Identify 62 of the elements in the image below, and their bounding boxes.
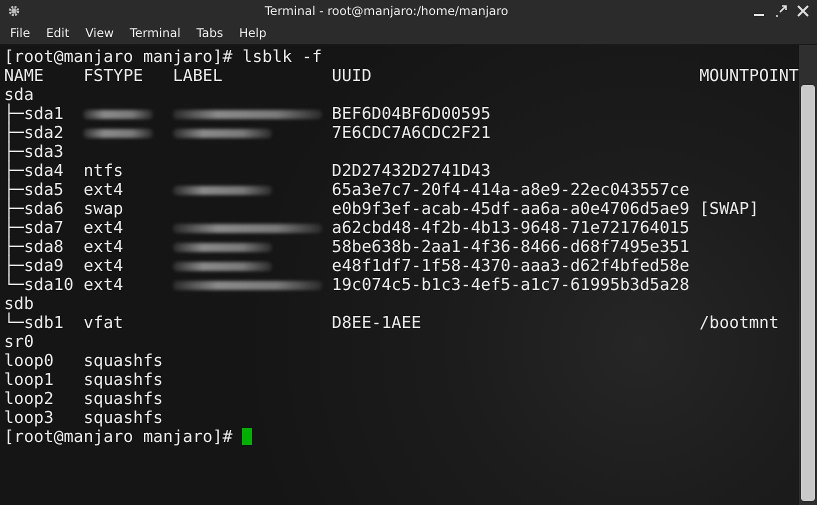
column-header: FSTYPE: [83, 66, 144, 85]
device-name: loop1: [4, 370, 54, 389]
uuid: 58be638b-2aa1-4f36-8466-d68f7495e351: [332, 237, 690, 256]
mountpoint: [SWAP]: [699, 199, 759, 218]
mountpoint: /bootmnt: [699, 313, 779, 332]
menu-item[interactable]: File: [2, 24, 38, 42]
menu-item[interactable]: Edit: [38, 24, 78, 42]
filesystem-type: squashfs: [83, 389, 163, 408]
device-name: └─sdb1: [4, 313, 64, 332]
device-name: ├─sda8: [4, 237, 64, 256]
menu-item[interactable]: Tabs: [188, 24, 232, 42]
uuid: 65a3e7c7-20f4-414a-a8e9-22ec043557ce: [332, 180, 690, 199]
uuid: 7E6CDC7A6CDC2F21: [332, 123, 491, 142]
device-name: ├─sda2: [4, 123, 64, 142]
device-name: ├─sda4: [4, 161, 64, 180]
uuid: D2D27432D2741D43: [332, 161, 491, 180]
filesystem-type: ext4: [83, 180, 124, 199]
menu-item[interactable]: View: [77, 24, 122, 42]
device-name: loop3: [4, 408, 54, 427]
filesystem-type: vfat: [83, 313, 124, 332]
column-header: MOUNTPOINT: [699, 66, 799, 85]
terminal-line: [root@manjaro manjaro]# lsblk -f: [4, 47, 322, 66]
device-name: ├─sda6: [4, 199, 64, 218]
filesystem-type: ext4: [83, 218, 124, 237]
scrollbar-thumb[interactable]: [801, 85, 815, 501]
device-name: sda: [4, 85, 34, 104]
maximize-icon[interactable]: [775, 5, 787, 17]
uuid: BEF6D04BF6D00595: [332, 104, 491, 123]
device-name: ├─sda9: [4, 256, 64, 275]
device-name: sr0: [4, 332, 34, 351]
filesystem-type: squashfs: [83, 408, 163, 427]
device-name: loop2: [4, 389, 54, 408]
close-icon[interactable]: [797, 5, 809, 17]
column-header: NAME: [4, 66, 44, 85]
filesystem-type: ext4: [83, 256, 124, 275]
device-name: ├─sda1: [4, 104, 64, 123]
window-title: Terminal - root@manjaro:/home/manjaro: [264, 4, 510, 18]
menu-item[interactable]: Terminal: [122, 24, 189, 42]
uuid: e0b9f3ef-acab-45df-aa6a-a0e4706d5ae9: [332, 199, 690, 218]
filesystem-type: ntfs: [83, 161, 124, 180]
device-name: ├─sda3: [4, 142, 64, 161]
uuid: 19c074c5-b1c3-4ef5-a1c7-61995b3d5a28: [332, 275, 690, 294]
filesystem-type: squashfs: [83, 370, 163, 389]
device-name: ├─sda5: [4, 180, 64, 199]
filesystem-type: squashfs: [83, 351, 163, 370]
uuid: e48f1df7-1f58-4370-aaa3-d62f4bfed58e: [332, 256, 690, 275]
device-name: ├─sda7: [4, 218, 64, 237]
uuid: D8EE-1AEE: [332, 313, 422, 332]
menu-item[interactable]: Help: [231, 24, 274, 42]
device-name: └─sda10: [4, 275, 74, 294]
filesystem-type: ext4: [83, 275, 124, 294]
cursor: [242, 428, 252, 445]
filesystem-type: ext4: [83, 237, 124, 256]
scrollbar[interactable]: [799, 45, 817, 505]
gear-icon[interactable]: [8, 5, 20, 17]
device-name: sdb: [4, 294, 34, 313]
filesystem-type: swap: [83, 199, 124, 218]
column-header: LABEL: [172, 66, 223, 85]
device-name: loop0: [4, 351, 54, 370]
column-header: UUID: [332, 66, 372, 85]
prompt: [root@manjaro manjaro]#: [4, 427, 232, 446]
uuid: a62cbd48-4f2b-4b13-9648-71e721764015: [332, 218, 690, 237]
